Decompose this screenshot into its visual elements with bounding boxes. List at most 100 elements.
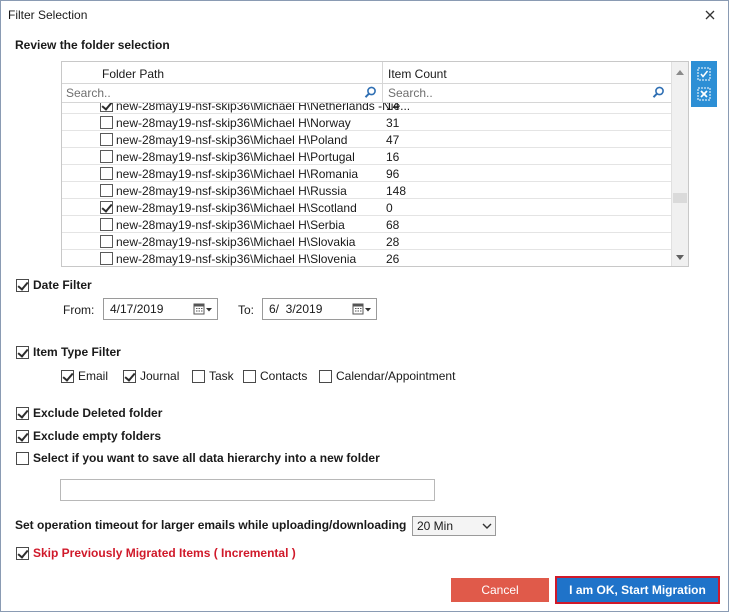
email-checkbox[interactable] [61,369,74,383]
scroll-down-arrow-icon[interactable] [676,255,684,260]
table-row[interactable]: new-28may19-nsf-skip36\Michael H\Portuga… [62,148,672,165]
table-row[interactable]: new-28may19-nsf-skip36\Michael H\Slovaki… [62,233,672,250]
table-row[interactable]: new-28may19-nsf-skip36\Michael H\Romania… [62,165,672,182]
table-row[interactable]: new-28may19-nsf-skip36\Michael H\Serbia … [62,216,672,233]
incremental-checkbox[interactable] [16,546,29,560]
item-count-cell: 68 [386,218,400,232]
exclude-deleted-checkbox[interactable] [16,406,29,420]
save-hierarchy-checkbox[interactable] [16,451,29,465]
save-hierarchy-option[interactable]: Select if you want to save all data hier… [16,451,380,465]
item-count-cell: 148 [386,184,407,198]
row-checkbox[interactable] [100,133,113,146]
item-type-filter-checkbox[interactable] [16,345,29,359]
calendar-appointment-checkbox[interactable] [319,369,332,383]
row-checkbox[interactable] [100,218,113,231]
timeout-select[interactable]: 20 Min [412,516,496,536]
task-label: Task [209,369,234,383]
date-filter-option[interactable]: Date Filter [16,278,92,292]
vertical-scrollbar[interactable] [671,62,688,266]
exclude-deleted-option[interactable]: Exclude Deleted folder [16,406,162,420]
column-header-folder-path[interactable]: Folder Path [102,67,164,81]
journal-checkbox[interactable] [123,369,136,383]
folder-path-search-input[interactable] [62,85,358,101]
uncheck-all-icon [697,87,711,101]
contacts-label: Contacts [260,369,308,383]
task-checkbox[interactable] [192,369,205,383]
close-icon [705,10,715,20]
folder-path-cell: new-28may19-nsf-skip36\Michael H\Scotlan… [116,201,357,215]
item-count-cell: 0 [386,201,393,215]
row-checkbox[interactable] [100,116,113,129]
to-date-value: 6/ 3/2019 [269,302,323,316]
scroll-thumb[interactable] [673,193,687,203]
type-option-email[interactable]: Email [61,369,108,383]
exclude-empty-checkbox[interactable] [16,429,29,443]
table-row[interactable]: new-28may19-nsf-skip36\Michael H\Norway … [62,114,672,131]
grid-search-row [62,84,672,103]
table-row[interactable]: new-28may19-nsf-skip36\Michael H\Russia … [62,182,672,199]
table-row[interactable]: new-28may19-nsf-skip36\Michael H\Scotlan… [62,199,672,216]
item-type-filter-option[interactable]: Item Type Filter [16,345,121,359]
calendar-icon [352,303,371,315]
search-icon[interactable] [364,86,377,99]
incremental-option[interactable]: Skip Previously Migrated Items ( Increme… [16,546,296,560]
new-folder-name-input[interactable] [60,479,435,501]
folder-path-cell: new-28may19-nsf-skip36\Michael H\Romania [116,167,359,181]
row-checkbox[interactable] [100,235,113,248]
folder-path-cell: new-28may19-nsf-skip36\Michael H\Portuga… [116,150,355,164]
date-filter-checkbox[interactable] [16,278,29,292]
exclude-deleted-label: Exclude Deleted folder [33,406,163,420]
exclude-empty-option[interactable]: Exclude empty folders [16,429,161,443]
table-row[interactable]: new-28may19-nsf-skip36\Michael H\Netherl… [62,103,672,114]
folder-path-cell: new-28may19-nsf-skip36\Michael H\Sloveni… [116,252,357,266]
window-title: Filter Selection [8,8,88,22]
close-button[interactable] [698,4,722,26]
calendar-dropdown-button[interactable] [348,299,376,319]
start-migration-button[interactable]: I am OK, Start Migration [555,576,720,604]
cancel-button[interactable]: Cancel [451,578,549,602]
deselect-all-button[interactable] [695,85,713,103]
row-checkbox[interactable] [100,201,113,214]
grid-rows: new-28may19-nsf-skip36\Michael H\Netherl… [62,103,672,266]
type-option-journal[interactable]: Journal [123,369,179,383]
folder-path-cell: new-28may19-nsf-skip36\Michael H\Poland [116,133,348,147]
item-count-cell: 14 [386,103,400,113]
column-header-item-count[interactable]: Item Count [388,67,447,81]
filter-selection-dialog: Filter Selection Review the folder selec… [0,0,729,612]
contacts-checkbox[interactable] [243,369,256,383]
item-count-cell: 96 [386,167,400,181]
to-date-picker[interactable]: 6/ 3/2019 [262,298,377,320]
calendar-dropdown-button[interactable] [189,299,217,319]
type-option-calendar[interactable]: Calendar/Appointment [319,369,455,383]
type-option-contacts[interactable]: Contacts [243,369,307,383]
type-option-task[interactable]: Task [192,369,234,383]
table-row[interactable]: new-28may19-nsf-skip36\Michael H\Sloveni… [62,250,672,266]
table-row[interactable]: new-28may19-nsf-skip36\Michael H\Poland … [62,131,672,148]
timeout-value: 20 Min [417,519,454,533]
item-count-cell: 26 [386,252,400,266]
row-checkbox[interactable] [100,252,113,265]
search-icon[interactable] [652,86,665,99]
row-checkbox[interactable] [100,167,113,180]
check-all-icon [697,67,711,81]
calendar-icon [193,303,212,315]
row-checkbox[interactable] [100,184,113,197]
journal-label: Journal [140,369,180,383]
grid-header: Folder Path Item Count [62,62,672,84]
column-separator[interactable] [382,62,383,83]
email-label: Email [78,369,109,383]
scroll-up-arrow-icon[interactable] [676,70,684,75]
folder-path-cell: new-28may19-nsf-skip36\Michael H\Netherl… [116,103,411,113]
exclude-empty-label: Exclude empty folders [33,429,162,443]
row-checkbox[interactable] [100,103,113,112]
from-date-picker[interactable]: 4/17/2019 [103,298,218,320]
item-type-filter-label: Item Type Filter [33,345,121,359]
from-label: From: [63,303,95,317]
selection-toolbar [691,61,717,107]
from-date-value: 4/17/2019 [110,302,164,316]
row-checkbox[interactable] [100,150,113,163]
item-count-search-input[interactable] [384,85,644,101]
select-all-button[interactable] [695,65,713,83]
chevron-down-icon [479,523,495,529]
item-count-cell: 47 [386,133,400,147]
